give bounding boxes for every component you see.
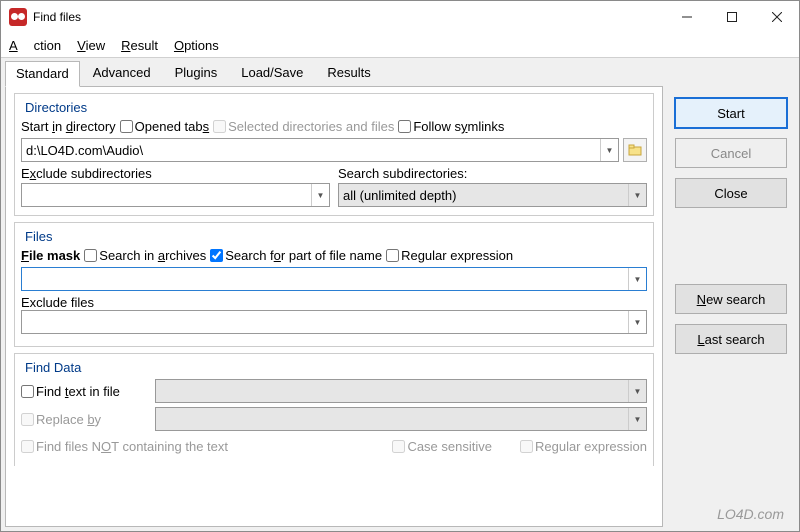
tab-results[interactable]: Results [316,60,381,86]
exclude-files-input[interactable] [22,311,628,333]
search-part-label: Search for part of file name [225,248,382,263]
finddata-regex-label: Regular expression [535,439,647,454]
group-files-legend: Files [21,229,56,244]
close-button[interactable] [754,2,799,32]
content-area: Standard Advanced Plugins Load/Save Resu… [1,57,799,531]
exclude-files-label: Exclude files [21,295,94,310]
selected-dirs-checkbox [213,120,226,133]
files-regex-label: Regular expression [401,248,513,263]
files-regex-checkbox[interactable] [386,249,399,262]
chevron-down-icon[interactable]: ▼ [628,268,646,290]
menu-view[interactable]: View [77,38,105,53]
menu-action[interactable]: Action [9,38,61,53]
app-window: Find files Action View Result Options St… [0,0,800,532]
group-directories-legend: Directories [21,100,91,115]
search-subdirs-combo[interactable]: ▼ [338,183,647,207]
find-text-checkbox[interactable] [21,385,34,398]
opened-tabs-label: Opened tabs [135,119,209,134]
close-button-side[interactable]: Close [675,178,787,208]
opened-tabs-checkbox[interactable] [120,120,133,133]
search-subdirs-value[interactable] [339,184,628,206]
file-mask-input[interactable] [22,268,628,290]
tab-loadsave[interactable]: Load/Save [230,60,314,86]
find-text-input [156,380,628,402]
file-mask-combo[interactable]: ▼ [21,267,647,291]
cancel-button: Cancel [675,138,787,168]
tab-panel-standard: Directories Start in directory Opened ta… [5,86,663,527]
start-directory-input[interactable] [22,139,600,161]
exclude-subdirs-combo[interactable]: ▼ [21,183,330,207]
follow-symlinks-label: Follow symlinks [413,119,504,134]
maximize-button[interactable] [709,2,754,32]
case-sensitive-checkbox [392,440,405,453]
find-text-label: Find text in file [36,384,120,399]
menu-result[interactable]: Result [121,38,158,53]
not-containing-checkbox [21,440,34,453]
tab-advanced[interactable]: Advanced [82,60,162,86]
exclude-files-combo[interactable]: ▼ [21,310,647,334]
chevron-down-icon[interactable]: ▼ [628,184,646,206]
find-text-combo[interactable]: ▼ [155,379,647,403]
group-find-data-legend: Find Data [21,360,85,375]
exclude-subdirs-label: Exclude subdirectories [21,166,330,181]
side-column: Start Cancel Close New search Last searc… [667,58,799,531]
menubar: Action View Result Options [1,33,799,57]
chevron-down-icon[interactable]: ▼ [600,139,618,161]
chevron-down-icon: ▼ [628,408,646,430]
last-search-button[interactable]: Last search [675,324,787,354]
chevron-down-icon[interactable]: ▼ [628,380,646,402]
browse-directory-button[interactable] [623,138,647,162]
new-search-button[interactable]: New search [675,284,787,314]
search-part-checkbox[interactable] [210,249,223,262]
minimize-button[interactable] [664,2,709,32]
search-archives-label: Search in archives [99,248,206,263]
group-files: Files File mask Search in archives Searc… [14,222,654,347]
search-archives-checkbox[interactable] [84,249,97,262]
exclude-subdirs-input[interactable] [22,184,311,206]
start-button[interactable]: Start [675,98,787,128]
folder-icon [628,144,642,156]
window-controls [664,2,799,32]
not-containing-label: Find files NOT containing the text [36,439,228,454]
start-directory-label: Start in directory [21,119,116,134]
group-directories: Directories Start in directory Opened ta… [14,93,654,216]
tabstrip: Standard Advanced Plugins Load/Save Resu… [1,58,667,86]
window-title: Find files [33,10,81,24]
case-sensitive-label: Case sensitive [407,439,492,454]
titlebar: Find files [1,1,799,33]
group-find-data: Find Data Find text in file ▼ Replace by… [14,353,654,466]
tab-standard[interactable]: Standard [5,61,80,87]
replace-by-input [156,408,628,430]
chevron-down-icon[interactable]: ▼ [311,184,329,206]
menu-options[interactable]: Options [174,38,219,53]
follow-symlinks-checkbox[interactable] [398,120,411,133]
selected-dirs-label: Selected directories and files [228,119,394,134]
watermark: LO4D.com [717,506,784,522]
replace-by-combo: ▼ [155,407,647,431]
app-icon [9,8,27,26]
replace-by-label: Replace by [36,412,101,427]
chevron-down-icon[interactable]: ▼ [628,311,646,333]
replace-by-checkbox [21,413,34,426]
main-column: Standard Advanced Plugins Load/Save Resu… [1,58,667,531]
file-mask-label: File mask [21,248,80,263]
tab-plugins[interactable]: Plugins [164,60,229,86]
search-subdirs-label: Search subdirectories: [338,166,647,181]
finddata-regex-checkbox [520,440,533,453]
start-directory-combo[interactable]: ▼ [21,138,619,162]
